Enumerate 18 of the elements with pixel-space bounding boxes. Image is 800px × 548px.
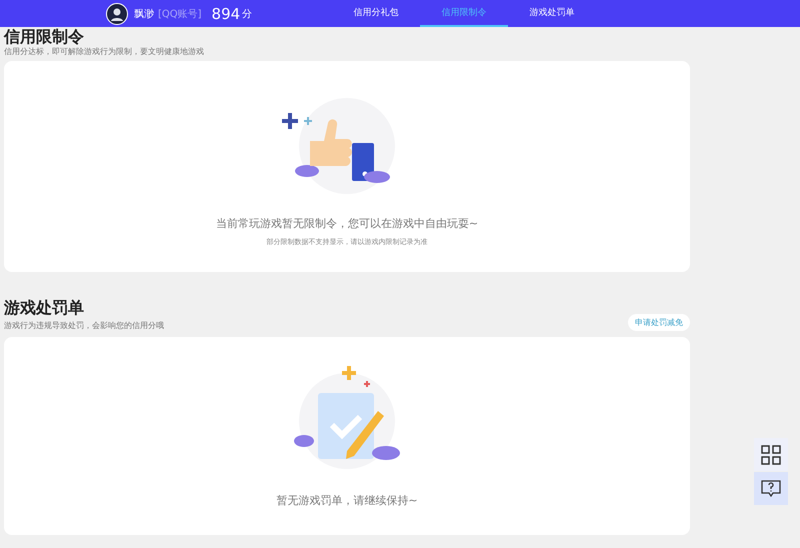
qr-code-button[interactable] xyxy=(754,438,788,471)
account-type: [QQ账号] xyxy=(158,8,202,20)
qr-code-icon xyxy=(761,444,781,464)
section-title: 游戏处罚单 xyxy=(4,298,85,318)
avatar-icon[interactable] xyxy=(106,2,128,24)
nav-tab[interactable]: 信用分礼包 xyxy=(332,0,420,27)
empty-message: 暂无游戏罚单，请继续保持~ xyxy=(276,493,418,508)
nav-tab[interactable]: 游戏处罚单 xyxy=(508,0,596,27)
credit-score: 894 xyxy=(212,4,240,22)
section-subtitle: 游戏行为违规导致处罚，会影响您的信用分哦 xyxy=(4,320,164,331)
score-unit: 分 xyxy=(242,8,252,20)
section-subtitle: 信用分达标，即可解除游戏行为限制，要文明健康地游戏 xyxy=(4,46,205,57)
section-title: 信用限制令 xyxy=(4,28,85,46)
user-name: 飘渺 xyxy=(134,8,154,20)
empty-message: 当前常玩游戏暂无限制令，您可以在游戏中自由玩耍~ xyxy=(216,216,478,231)
help-button[interactable] xyxy=(754,472,788,505)
nav-tab[interactable]: 信用限制令 xyxy=(420,0,508,27)
help-icon xyxy=(761,478,781,498)
